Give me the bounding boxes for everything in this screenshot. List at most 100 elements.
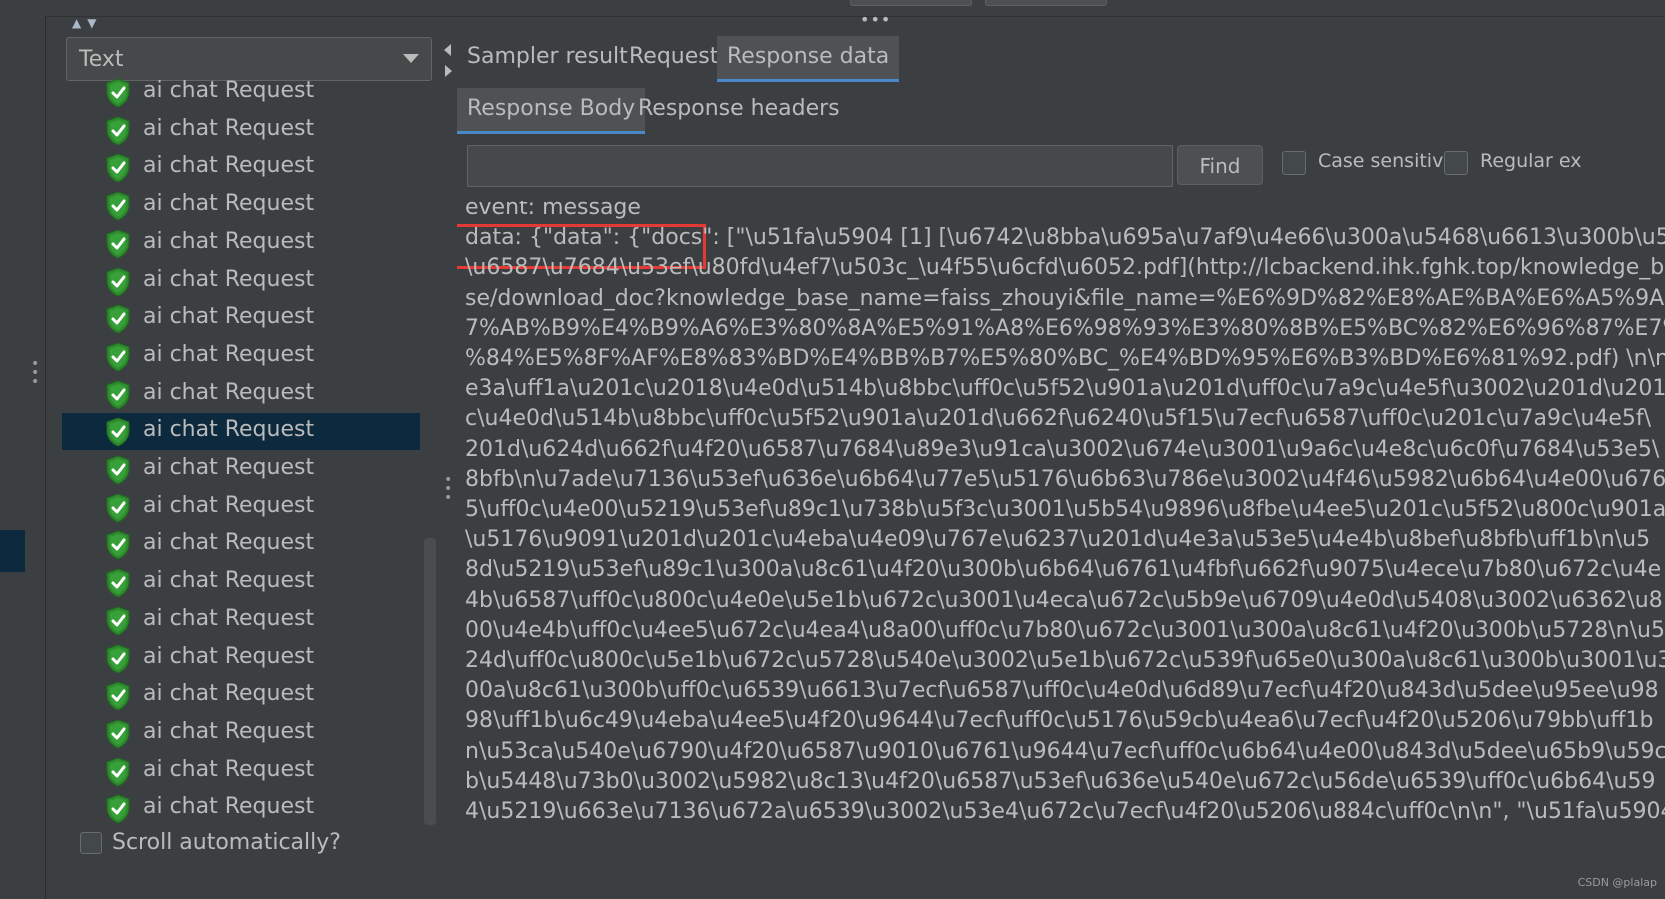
response-line: 00\u4e4b\uff0c\u4ee5\u672c\u4ea4\u8a00\u… [465, 617, 1665, 643]
tree-item[interactable]: ai chat Request [62, 602, 420, 639]
expand-right-icon[interactable] [445, 65, 452, 77]
shield-check-icon [105, 191, 131, 221]
scroll-automatically-label: Scroll automatically? [112, 830, 341, 855]
tree-item-label: ai chat Request [143, 304, 315, 330]
tree-item[interactable]: ai chat Request [62, 376, 420, 413]
shield-check-icon [105, 493, 131, 523]
response-line: 7%AB%B9%E4%B9%A6%E3%80%8A%E5%91%A8%E6%98… [465, 315, 1665, 341]
tree-item-label: ai chat Request [143, 492, 315, 518]
toolbar-button-stub[interactable] [985, 0, 1107, 6]
tab-response-headers[interactable]: Response headers [628, 88, 850, 134]
shield-check-icon [105, 681, 131, 711]
tree-item-label: ai chat Request [143, 379, 315, 405]
tree-item[interactable]: ai chat Request [62, 338, 420, 375]
split-handle-icon[interactable]: ••• [860, 10, 891, 29]
response-line: 00a\u8c61\u300b\uff0c\u6539\u6613\u7ecf\… [465, 678, 1659, 704]
response-line: event: message [465, 201, 641, 220]
tab-sampler-result[interactable]: Sampler result [457, 36, 638, 82]
response-line: e3a\uff1a\u201c\u2018\u4e0d\u514b\u8bbc\… [465, 376, 1665, 402]
tree-item-label: ai chat Request [143, 455, 315, 480]
shield-check-icon [105, 568, 131, 598]
tree-item[interactable]: ai chat Request [62, 526, 420, 563]
tree-item[interactable]: ai chat Request [62, 187, 420, 224]
top-bar [45, 0, 1665, 17]
shield-check-icon [105, 530, 131, 560]
tree-item-label: ai chat Request [143, 417, 315, 443]
tree-item-label: ai chat Request [143, 530, 315, 556]
tree-item-label: ai chat Request [143, 78, 315, 103]
shield-check-icon [105, 116, 131, 146]
find-input[interactable] [467, 145, 1173, 187]
tree-item[interactable]: ai chat Request [62, 790, 420, 827]
tree-item-label: ai chat Request [143, 681, 315, 707]
tree-item-label: ai chat Request [143, 228, 315, 254]
tree-item[interactable]: ai chat Request [62, 677, 420, 714]
scroll-automatically-checkbox[interactable] [80, 832, 102, 854]
chevron-down-icon[interactable] [403, 54, 419, 63]
response-line: 8d\u5219\u53ef\u89c1\u300a\u8c61\u4f20\u… [465, 557, 1662, 583]
tree-item[interactable]: ai chat Request [62, 263, 420, 300]
response-line: 5\uff0c\u4e00\u5219\u53ef\u89c1\u738b\u5… [465, 497, 1665, 522]
response-line: 4\u5219\u663e\u7136\u672a\u6539\u3002\u5… [465, 799, 1665, 824]
tree-scrollbar[interactable] [424, 538, 436, 825]
tree-item[interactable]: ai chat Request [62, 413, 420, 451]
left-strip: • • • [0, 0, 46, 899]
collapse-left-icon[interactable] [444, 44, 451, 56]
case-sensitive-checkbox[interactable] [1282, 151, 1306, 175]
tree-item[interactable]: ai chat Request [62, 489, 420, 526]
tree-item[interactable]: ai chat Request [62, 715, 420, 752]
tree-item-label: ai chat Request [143, 643, 315, 669]
tree-item-label: ai chat Request [143, 568, 315, 594]
find-bar: Find Case sensitive Regular ex [457, 143, 1665, 187]
case-sensitive-label: Case sensitive [1318, 150, 1456, 172]
drag-handle-icon[interactable]: • • • [444, 473, 452, 505]
tree-item[interactable]: ai chat Request [62, 300, 420, 337]
response-line: se/download_doc?knowledge_base_name=fais… [465, 285, 1665, 311]
tab-response-data[interactable]: Response data [717, 36, 900, 82]
shield-check-icon [105, 304, 131, 334]
renderer-select[interactable]: Text [66, 37, 432, 81]
shield-check-icon [105, 417, 131, 447]
tree-item[interactable]: ai chat Request [62, 753, 420, 790]
shield-check-icon [105, 794, 131, 824]
tree-item[interactable]: ai chat Request [62, 451, 420, 488]
response-body-text[interactable]: CSDN @plalap event: message data: {"data"… [457, 201, 1665, 899]
shield-check-icon [105, 153, 131, 183]
shield-check-icon [105, 719, 131, 749]
tab-response-body[interactable]: Response Body [457, 88, 646, 134]
tree-item[interactable]: ai chat Request [62, 225, 420, 262]
response-line: b\u5448\u73b0\u3002\u5982\u8c13\u4f20\u6… [465, 768, 1656, 794]
app-window: • • • ▲▼ ••• Text ai chat Request ai chat R… [0, 0, 1665, 899]
tab-request[interactable]: Request [619, 36, 728, 82]
tree-item[interactable]: ai chat Request [62, 640, 420, 677]
tree-item-label: ai chat Request [143, 794, 315, 820]
toolbar-button-stub[interactable] [850, 0, 972, 6]
panel-splitter[interactable]: • • • [440, 36, 457, 899]
tree-item[interactable]: ai chat Request [62, 564, 420, 601]
response-line: \u6587\u7684\u53ef\u80fd\u4ef7\u503c_\u4… [465, 255, 1665, 281]
shield-check-icon [105, 455, 131, 485]
tree-item[interactable]: ai chat Request [62, 78, 420, 111]
regex-checkbox[interactable] [1444, 151, 1468, 175]
results-tree: ai chat Request ai chat Request ai chat Re… [62, 78, 420, 878]
shield-check-icon [105, 757, 131, 787]
regex-label: Regular ex [1480, 150, 1582, 172]
find-button[interactable]: Find [1177, 145, 1263, 185]
tree-item[interactable]: ai chat Request [62, 112, 420, 149]
shield-check-icon [105, 606, 131, 636]
tree-item-label: ai chat Request [143, 756, 315, 782]
response-line: data: {"data": {"docs": ["\u51fa\u5904 [… [465, 225, 1665, 251]
shield-check-icon [105, 266, 131, 297]
collapse-arrows-icon[interactable]: ▲▼ [72, 16, 102, 30]
response-line: n\u53ca\u540e\u6790\u4f20\u6587\u9010\u6… [465, 738, 1665, 764]
response-line: 24d\uff0c\u800c\u5e1b\u672c\u5728\u540e\… [465, 648, 1665, 673]
response-line: c\u4e0d\u514b\u8bbc\uff0c\u5f52\u901a\u2… [465, 406, 1652, 432]
tree-item-label: ai chat Request [143, 153, 315, 179]
left-strip-selection [0, 530, 25, 572]
tree-item-label: ai chat Request [143, 718, 315, 744]
drag-handle-icon[interactable]: • • • [31, 357, 39, 389]
tree-item[interactable]: ai chat Request [62, 149, 420, 186]
results-tree-panel: Text ai chat Request ai chat Request ai ch… [62, 36, 440, 899]
tree-item-label: ai chat Request [143, 605, 315, 631]
response-line: 4b\u6587\uff0c\u800c\u4e0e\u5e1b\u672c\u… [465, 587, 1663, 613]
